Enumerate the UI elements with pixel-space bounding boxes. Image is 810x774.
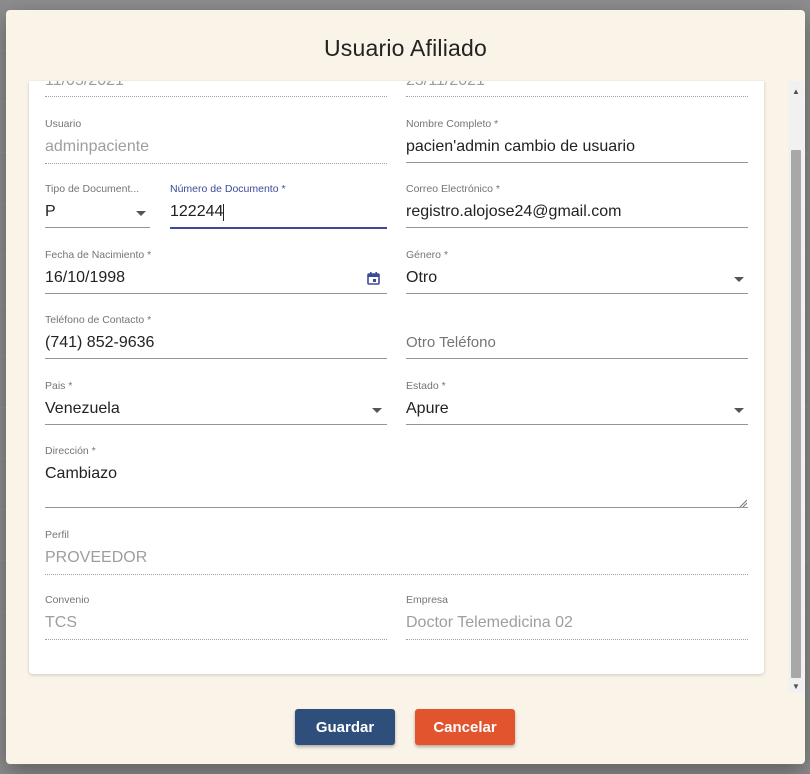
genero-label: Género * <box>406 249 449 261</box>
telefono-value: (741) 852-9636 <box>45 334 155 351</box>
date-value-left: 11/05/2021 <box>45 81 124 90</box>
perfil-value: PROVEEDOR <box>45 549 148 566</box>
convenio-label: Convenio <box>45 594 90 606</box>
estado-select[interactable]: Estado * Apure <box>406 380 748 425</box>
field-underline <box>406 424 748 425</box>
fecha-nacimiento-value: 16/10/1998 <box>45 269 126 286</box>
perfil-field[interactable]: Perfil PROVEEDOR <box>45 529 748 575</box>
chevron-down-icon <box>372 408 382 413</box>
nombre-field[interactable]: Nombre Completo * pacien'admin cambio de… <box>406 118 748 163</box>
chevron-down-icon <box>136 211 146 216</box>
direccion-label: Dirección * <box>45 445 96 457</box>
correo-label: Correo Electrónico * <box>406 183 500 195</box>
estado-label: Estado * <box>406 380 446 392</box>
genero-select[interactable]: Género * Otro <box>406 249 748 294</box>
resize-handle-icon[interactable] <box>739 499 747 507</box>
otro-telefono-placeholder: Otro Teléfono <box>406 334 496 351</box>
empresa-value: Doctor Telemedicina 02 <box>406 614 573 631</box>
text-cursor <box>223 204 224 221</box>
save-button[interactable]: Guardar <box>295 709 395 745</box>
field-underline <box>406 639 748 640</box>
otro-telefono-field[interactable]: Otro Teléfono <box>406 314 748 359</box>
tipo-documento-label: Tipo de Document... <box>45 183 140 195</box>
field-underline <box>45 96 387 97</box>
date-field-partial-right[interactable]: 23/11/2021 <box>406 81 748 97</box>
field-underline <box>45 639 387 640</box>
perfil-label: Perfil <box>45 529 69 541</box>
scroll-up-arrow-icon[interactable]: ▲ <box>792 87 800 96</box>
field-underline-focused <box>170 227 387 229</box>
genero-value: Otro <box>406 269 438 286</box>
date-value-right: 23/11/2021 <box>406 81 485 90</box>
field-underline <box>45 163 387 164</box>
nombre-value: pacien'admin cambio de usuario <box>406 138 635 155</box>
pais-value: Venezuela <box>45 400 120 417</box>
fecha-nacimiento-field[interactable]: Fecha de Nacimiento * 16/10/1998 <box>45 249 387 294</box>
estado-value: Apure <box>406 400 449 417</box>
scrollbar-thumb[interactable] <box>791 150 801 678</box>
convenio-field[interactable]: Convenio TCS <box>45 594 387 640</box>
pais-label: Pais * <box>45 380 73 392</box>
form-scroll-area: 11/05/2021 23/11/2021 Usuario adminpacie… <box>29 81 764 674</box>
field-underline <box>45 358 387 359</box>
field-underline <box>406 358 748 359</box>
convenio-value: TCS <box>45 614 77 631</box>
fecha-nacimiento-label: Fecha de Nacimiento * <box>45 249 152 261</box>
calendar-icon[interactable] <box>367 272 380 285</box>
numero-documento-field[interactable]: Número de Documento * 122244 <box>170 183 387 229</box>
usuario-label: Usuario <box>45 118 82 130</box>
field-underline <box>406 227 748 228</box>
telefono-field[interactable]: Teléfono de Contacto * (741) 852-9636 <box>45 314 387 359</box>
dialog-title: Usuario Afiliado <box>323 35 487 61</box>
empresa-label: Empresa <box>406 594 449 606</box>
nombre-label: Nombre Completo * <box>406 118 499 130</box>
field-underline <box>45 507 748 508</box>
correo-field[interactable]: Correo Electrónico * registro.alojose24@… <box>406 183 748 228</box>
correo-value: registro.alojose24@gmail.com <box>406 203 622 220</box>
empresa-field[interactable]: Empresa Doctor Telemedicina 02 <box>406 594 748 640</box>
direccion-value: Cambiazo <box>45 465 118 482</box>
cancel-button[interactable]: Cancelar <box>415 709 515 745</box>
field-underline <box>406 96 748 97</box>
field-underline <box>406 293 748 294</box>
tipo-documento-value: P <box>45 203 56 220</box>
direccion-textarea[interactable]: Dirección * Cambiazo <box>45 445 748 517</box>
usuario-value: adminpaciente <box>45 138 150 155</box>
numero-documento-label: Número de Documento * <box>170 183 286 195</box>
scrollbar[interactable]: ▲ ▼ <box>788 81 804 693</box>
field-underline <box>45 424 387 425</box>
field-underline <box>45 574 748 575</box>
date-field-partial-left[interactable]: 11/05/2021 <box>45 81 387 97</box>
field-underline <box>45 293 387 294</box>
scroll-down-arrow-icon[interactable]: ▼ <box>792 682 800 691</box>
field-underline <box>45 227 150 228</box>
user-dialog: Usuario Afiliado 11/05/2021 23/11/2021 U… <box>6 10 805 764</box>
chevron-down-icon <box>734 408 744 413</box>
pais-select[interactable]: Pais * Venezuela <box>45 380 387 425</box>
field-underline <box>406 162 748 163</box>
telefono-label: Teléfono de Contacto * <box>45 314 152 326</box>
usuario-field[interactable]: Usuario adminpaciente <box>45 118 387 164</box>
numero-documento-value: 122244 <box>170 203 224 220</box>
tipo-documento-select[interactable]: Tipo de Document... P <box>45 183 150 228</box>
chevron-down-icon <box>734 277 744 282</box>
